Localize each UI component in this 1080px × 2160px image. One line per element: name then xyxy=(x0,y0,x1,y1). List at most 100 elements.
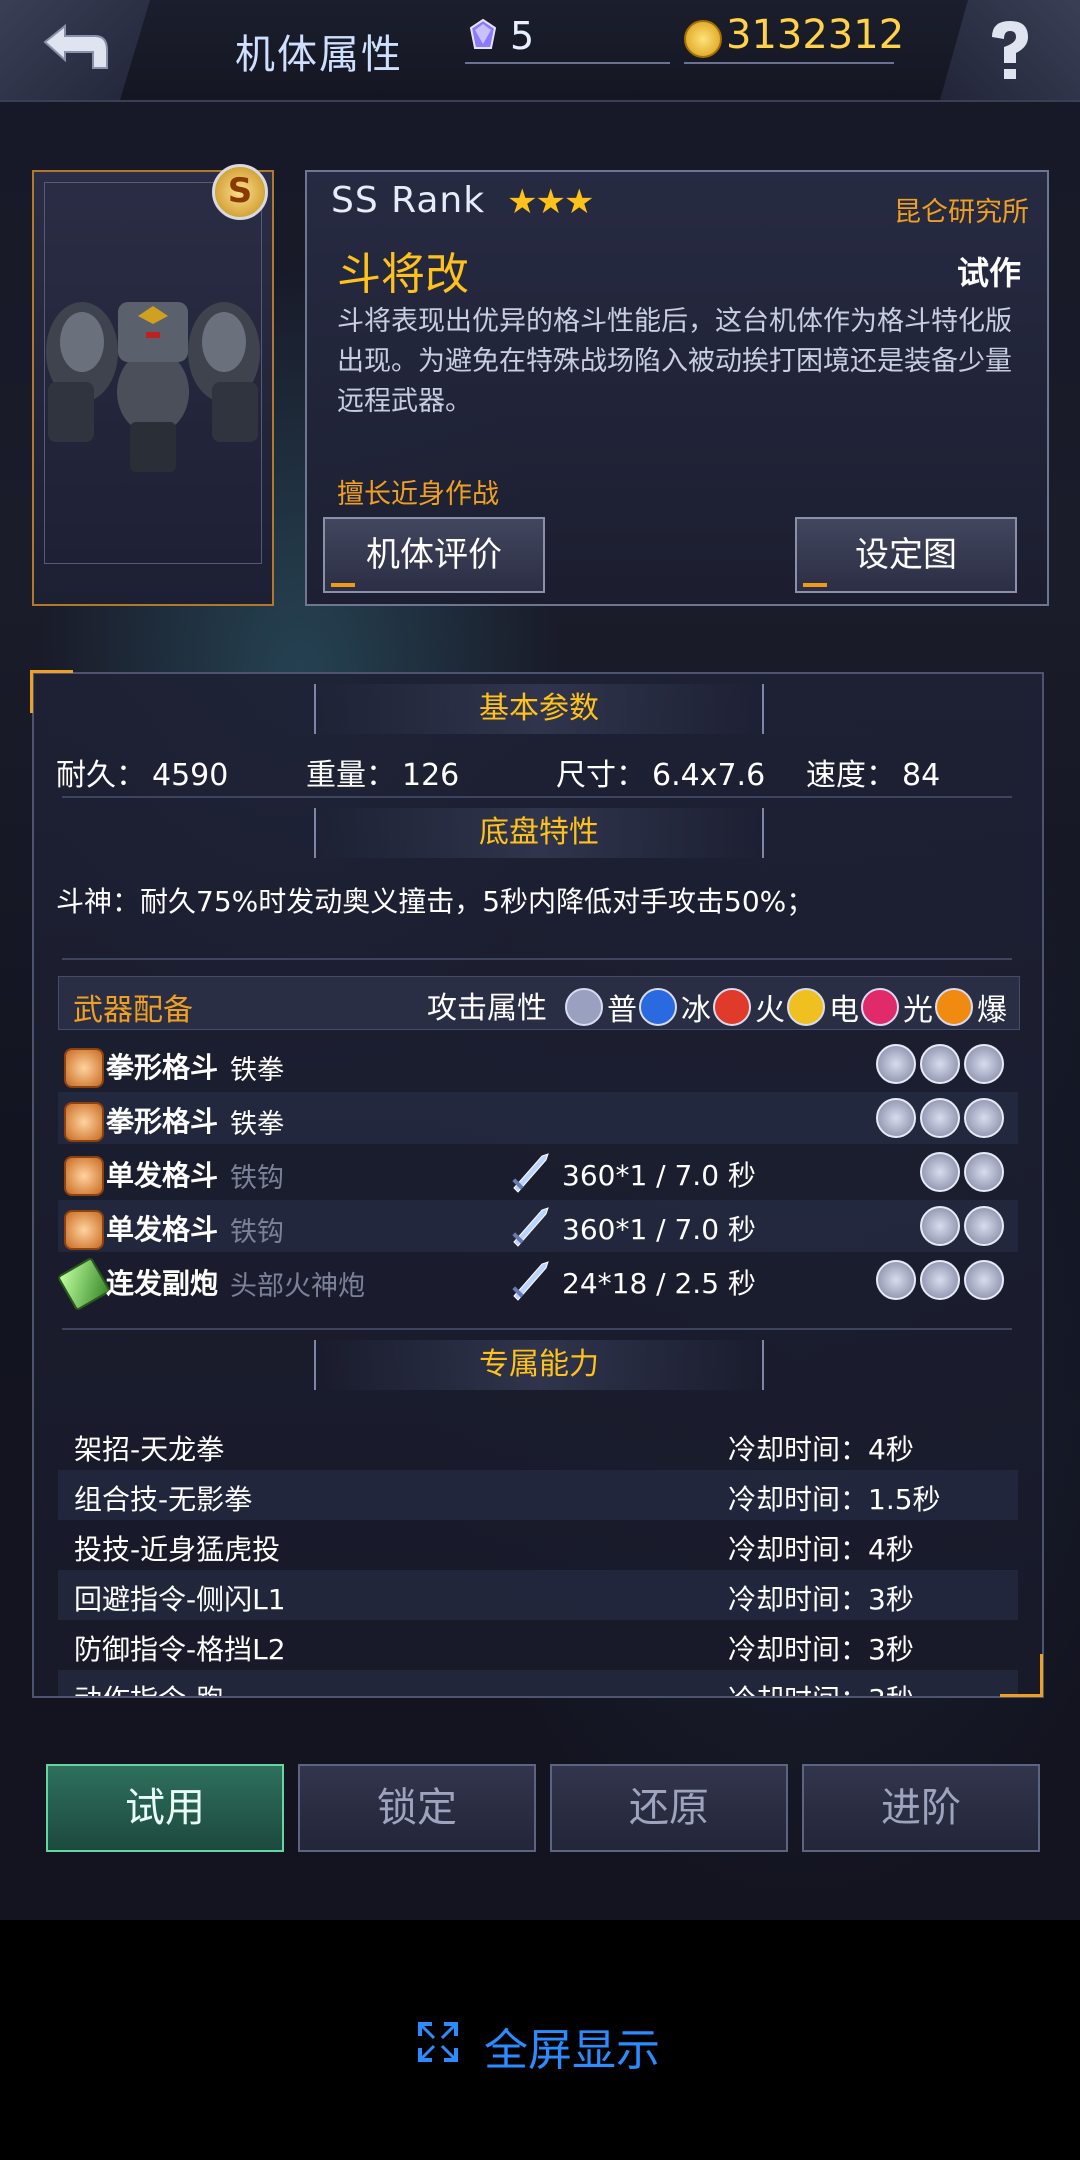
ability-cooldown: 冷却时间：4秒 xyxy=(728,1533,914,1566)
fist-icon xyxy=(64,1210,104,1250)
stat-value: 84 xyxy=(902,758,941,793)
mech-image xyxy=(46,302,260,472)
unit-status: 试作 xyxy=(956,254,1021,292)
fullscreen-button[interactable]: 全屏显示 xyxy=(484,2014,660,2078)
weapon-name: 铁钩 xyxy=(230,1163,284,1194)
ability-name: 防御指令-格挡L2 xyxy=(74,1633,286,1666)
element-light: 光 xyxy=(861,985,933,1029)
gem-underline xyxy=(465,62,670,64)
stat-label: 耐久： xyxy=(56,758,146,793)
weapon-row[interactable]: 单发格斗 铁钩 360*1 / 7.0 秒 xyxy=(58,1200,1018,1252)
stat-label: 重量： xyxy=(306,758,396,793)
divider xyxy=(62,796,1012,798)
weapon-type: 单发格斗 xyxy=(106,1213,219,1246)
help-button[interactable] xyxy=(940,0,1080,100)
weapon-damage: 360*1 / 7.0 秒 xyxy=(562,1213,756,1246)
abilities-title: 专属能力 xyxy=(314,1340,764,1390)
ability-row[interactable]: 防御指令-格挡L2 冷却时间：3秒 xyxy=(58,1620,1018,1670)
ability-cooldown: 冷却时间：4秒 xyxy=(728,1433,914,1466)
back-button[interactable] xyxy=(0,0,150,100)
ability-row[interactable]: 组合技-无影拳 冷却时间：1.5秒 xyxy=(58,1470,1018,1520)
stat-speed: 速度： 84 xyxy=(806,750,940,794)
weapon-row[interactable]: 拳形格斗 铁拳 xyxy=(58,1092,1018,1144)
rank-badge: S xyxy=(212,164,268,220)
weapon-slots xyxy=(920,1152,1004,1192)
ability-row[interactable]: 架招-天龙拳 冷却时间：4秒 xyxy=(58,1420,1018,1470)
weapon-row[interactable]: 单发格斗 铁钩 360*1 / 7.0 秒 xyxy=(58,1146,1018,1198)
weapon-slots xyxy=(876,1098,1004,1138)
mech-portrait[interactable]: S xyxy=(32,164,274,606)
weapon-slots xyxy=(920,1206,1004,1246)
ability-cooldown: 冷却时间：3秒 xyxy=(728,1583,914,1616)
element-label: 火 xyxy=(755,993,785,1028)
element-label: 爆 xyxy=(977,993,1007,1028)
ability-cooldown: 冷却时间：1.5秒 xyxy=(728,1483,941,1516)
slot-icon xyxy=(964,1260,1004,1300)
weapon-type: 连发副炮 xyxy=(106,1267,219,1300)
fullscreen-icon[interactable] xyxy=(416,2020,460,2064)
weapon-name: 头部火神炮 xyxy=(230,1271,365,1302)
stat-size: 尺寸： 6.4x7.6 xyxy=(556,750,765,794)
ability-row[interactable]: 动作指令-跑 冷却时间：3秒 xyxy=(58,1670,1018,1696)
sword-icon xyxy=(512,1153,549,1193)
ability-name: 回避指令-侧闪L1 xyxy=(74,1583,286,1616)
ability-name: 组合技-无影拳 xyxy=(74,1483,253,1516)
weapon-name: 铁拳 xyxy=(230,1109,284,1140)
divider xyxy=(62,958,1012,960)
stat-label: 速度： xyxy=(806,758,896,793)
coin-underline xyxy=(684,62,894,64)
chassis-trait: 斗神：耐久75%时发动奥义撞击，5秒内降低对手攻击50%； xyxy=(56,885,815,918)
weapon-slots xyxy=(876,1260,1004,1300)
panel-corner-accent xyxy=(30,670,73,713)
explosive-element-icon xyxy=(935,988,973,1026)
gem-icon xyxy=(469,18,497,49)
design-sheet-button[interactable]: 设定图 xyxy=(795,517,1017,593)
light-element-icon xyxy=(861,988,899,1026)
element-ice: 冰 xyxy=(639,985,711,1029)
weapon-slots xyxy=(876,1044,1004,1084)
ability-name: 动作指令-跑 xyxy=(74,1678,224,1696)
ability-cooldown: 冷却时间：3秒 xyxy=(728,1678,914,1696)
weapon-row[interactable]: 拳形格斗 铁拳 xyxy=(58,1038,1018,1090)
divider xyxy=(62,1328,1012,1330)
slot-icon xyxy=(876,1098,916,1138)
stats-panel: 基本参数 耐久： 4590 重量： 126 尺寸： 6.4x7.6 速度： 84 底盘特… xyxy=(32,672,1044,1698)
stat-weight: 重量： 126 xyxy=(306,750,459,794)
slot-icon xyxy=(920,1044,960,1084)
evaluation-button[interactable]: 机体评价 xyxy=(323,517,545,593)
ice-element-icon xyxy=(639,988,677,1026)
weapon-damage: 360*1 / 7.0 秒 xyxy=(562,1159,756,1192)
element-label: 普 xyxy=(607,993,637,1028)
weapon-damage: 24*18 / 2.5 秒 xyxy=(562,1267,756,1300)
stat-value: 6.4x7.6 xyxy=(652,758,766,793)
element-label: 冰 xyxy=(681,993,711,1028)
slot-icon xyxy=(964,1152,1004,1192)
restore-button[interactable]: 还原 xyxy=(550,1764,788,1852)
weapon-row[interactable]: 连发副炮 头部火神炮 24*18 / 2.5 秒 xyxy=(56,1254,1018,1312)
fire-element-icon xyxy=(713,988,751,1026)
slot-icon xyxy=(920,1206,960,1246)
unit-speciality: 擅长近身作战 xyxy=(337,479,499,510)
stat-durability: 耐久： 4590 xyxy=(56,750,228,794)
game-screen: 机体属性 5 3132312 S SS Rank ★★★ 昆仑研究所 斗将改 试… xyxy=(0,0,1080,1920)
lock-button[interactable]: 锁定 xyxy=(298,1764,536,1852)
weapon-name: 铁钩 xyxy=(230,1217,284,1248)
trial-button[interactable]: 试用 xyxy=(46,1764,284,1852)
chassis-title: 底盘特性 xyxy=(314,808,764,858)
fist-icon xyxy=(64,1156,104,1196)
ability-cooldown: 冷却时间：3秒 xyxy=(728,1633,914,1666)
slot-icon xyxy=(920,1152,960,1192)
slot-icon xyxy=(920,1098,960,1138)
question-mark-icon xyxy=(992,21,1028,79)
slot-icon xyxy=(964,1206,1004,1246)
upgrade-button[interactable]: 进阶 xyxy=(802,1764,1040,1852)
slot-icon xyxy=(964,1044,1004,1084)
ability-row[interactable]: 回避指令-侧闪L1 冷却时间：3秒 xyxy=(58,1570,1018,1620)
electric-element-icon xyxy=(787,988,825,1026)
element-normal: 普 xyxy=(565,985,637,1029)
ability-name: 投技-近身猛虎投 xyxy=(74,1533,281,1566)
slot-icon xyxy=(964,1098,1004,1138)
normal-element-icon xyxy=(565,988,603,1026)
ability-row[interactable]: 投技-近身猛虎投 冷却时间：4秒 xyxy=(58,1520,1018,1570)
sword-icon xyxy=(512,1261,549,1301)
